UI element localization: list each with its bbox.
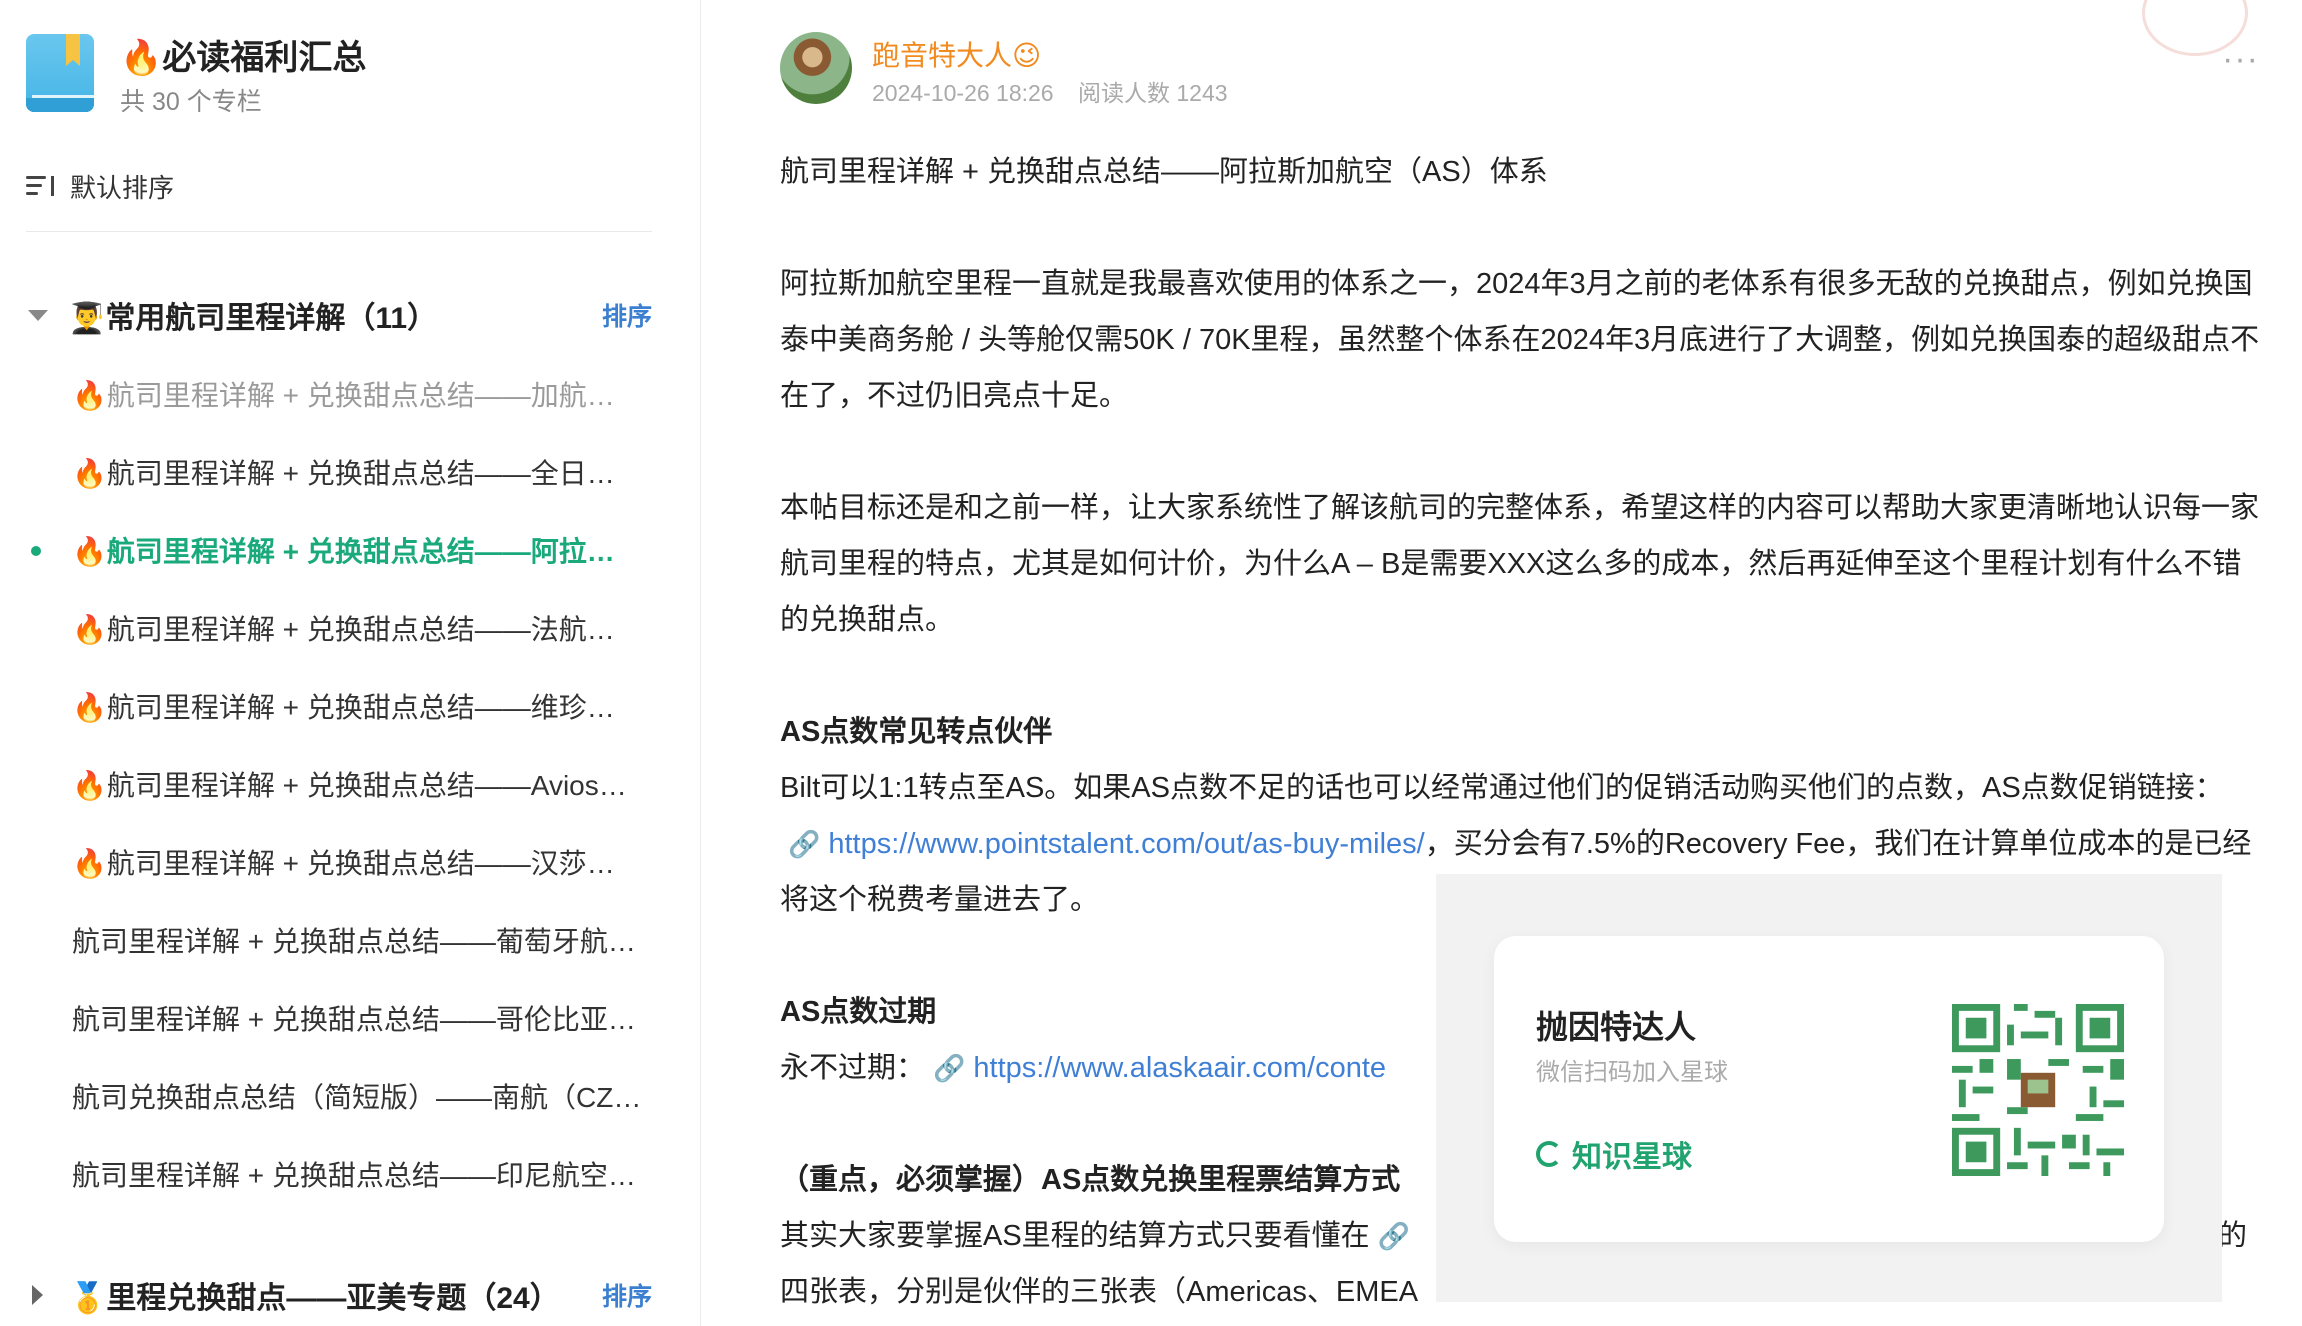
caret-right-icon	[32, 1285, 43, 1305]
paragraph: 本帖目标还是和之前一样，让大家系统性了解该航司的完整体系，希望这样的内容可以帮助…	[780, 492, 2260, 636]
qr-card-subtitle: 微信扫码加入星球	[1536, 1059, 1728, 1086]
list-item-active[interactable]: 🔥航司里程详解 + 兑换甜点总结——阿拉斯…	[72, 530, 642, 574]
group-sort-button[interactable]: 排序	[602, 297, 652, 333]
paragraph-text: 的	[2218, 1220, 2248, 1252]
sidebar: 🔥必读福利汇总 共 30 个专栏 默认排序 👨‍🎓常用航司里程详解（11） 排序…	[0, 0, 701, 1326]
read-count: 阅读人数 1243	[1078, 80, 1228, 106]
divider	[26, 231, 652, 232]
link-icon: 🔗	[1377, 1221, 1411, 1251]
column-title: 🔥必读福利汇总	[120, 39, 367, 77]
post-meta: 2024-10-26 18:26 阅读人数 1243	[872, 74, 1246, 108]
column-count: 共 30 个专栏	[120, 88, 262, 116]
list-item[interactable]: 航司里程详解 + 兑换甜点总结——哥伦比亚…	[72, 998, 642, 1042]
group-header-asia-america[interactable]: 🥇里程兑换甜点——亚美专题（24） 排序	[0, 1270, 700, 1320]
list-item[interactable]: 🔥航司里程详解 + 兑换甜点总结——维珍航…	[72, 686, 642, 730]
link-icon: 🔗	[788, 829, 821, 859]
buy-miles-link[interactable]: https://www.pointstalent.com/out/as-buy-…	[828, 828, 1424, 860]
paragraph-text: 永不过期：	[780, 1052, 926, 1084]
sort-list-icon	[26, 174, 54, 198]
alaskaair-link[interactable]: https://www.alaskaair.com/conte	[973, 1052, 1386, 1084]
caret-down-icon	[28, 309, 48, 321]
author-avatar[interactable]	[780, 32, 852, 104]
author-name[interactable]: 跑音特大人😉	[872, 34, 1041, 74]
qr-code-icon[interactable]	[1952, 1004, 2124, 1176]
active-dot-icon	[31, 546, 41, 556]
list-item[interactable]: 航司兑换甜点总结（简短版）——南航（CZ…	[72, 1076, 642, 1120]
qr-card: 抛因特达人 微信扫码加入星球 知识星球	[1494, 936, 2164, 1242]
list-item[interactable]: 航司里程详解 + 兑换甜点总结——葡萄牙航…	[72, 920, 642, 964]
default-sort-button[interactable]: 默认排序	[26, 166, 174, 206]
list-item[interactable]: 🔥航司里程详解 + 兑换甜点总结——汉莎（…	[72, 842, 642, 886]
list-item[interactable]: 🔥航司里程详解 + 兑换甜点总结——全日空…	[72, 452, 642, 496]
link-icon: 🔗	[933, 1053, 966, 1083]
zsxq-brand: 知识星球	[1536, 1132, 1692, 1176]
list-item[interactable]: 🔥航司里程详解 + 兑换甜点总结——法航荷…	[72, 608, 642, 652]
column-book-icon	[26, 34, 94, 112]
paragraph-text: Bilt可以1:1转点至AS。如果AS点数不足的话也可以经常通过他们的促销活动购…	[780, 772, 2224, 804]
zsxq-logo-icon	[1536, 1141, 1562, 1167]
post-date: 2024-10-26 18:26	[872, 80, 1054, 106]
group-sort-button[interactable]: 排序	[602, 1277, 652, 1313]
section-heading: AS点数常见转点伙伴	[780, 716, 1053, 748]
more-options-icon[interactable]: ···	[2222, 40, 2259, 79]
group-header-airline-miles[interactable]: 👨‍🎓常用航司里程详解（11） 排序	[0, 290, 700, 340]
qr-card-title: 抛因特达人	[1536, 1009, 1697, 1045]
list-item[interactable]: 🔥航司里程详解 + 兑换甜点总结——加航（…	[72, 374, 642, 418]
brand-label: 知识星球	[1572, 1141, 1692, 1174]
list-item[interactable]: 🔥航司里程详解 + 兑换甜点总结——Avios…	[72, 764, 642, 808]
list-item[interactable]: 航司里程详解 + 兑换甜点总结——印尼航空…	[72, 1154, 642, 1198]
paragraph: 阿拉斯加航空里程一直就是我最喜欢使用的体系之一，2024年3月之前的老体系有很多…	[780, 268, 2260, 412]
default-sort-label: 默认排序	[70, 172, 175, 203]
post-title-line: 航司里程详解 + 兑换甜点总结——阿拉斯加航空（AS）体系	[780, 156, 1548, 188]
paragraph-text: 其实大家要掌握AS里程的结算方式只要看懂在	[780, 1220, 1370, 1252]
